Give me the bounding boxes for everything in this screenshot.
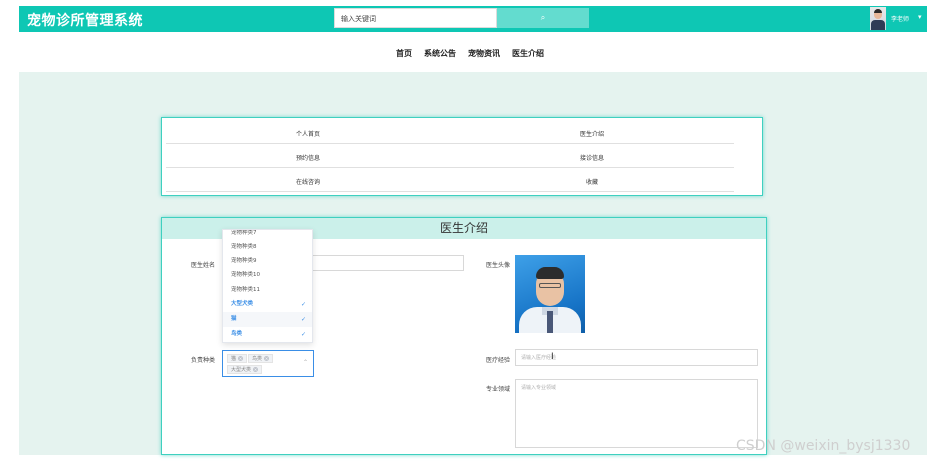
dropdown-option[interactable]: 宠物种类10 <box>223 268 312 283</box>
selected-tag: 鸟类 × <box>248 354 274 363</box>
check-icon: ✓ <box>300 331 306 338</box>
specialty-field[interactable]: 请输入专业领域 <box>515 379 758 448</box>
chevron-up-icon[interactable]: ⌃ <box>303 359 308 366</box>
pet-types-label: 负责种类 <box>191 357 216 364</box>
menu-row: 个人首页 医生介绍 <box>166 120 734 144</box>
pet-types-dropdown: 宠物种类7 宠物种类8 宠物种类9 宠物种类10 宠物种类11 大型犬类 ✓ 猫 ✓… <box>222 229 313 343</box>
search-icon: ⌕ <box>540 13 546 22</box>
menu-item-online-chat[interactable]: 在线咨询 <box>166 177 450 186</box>
nav-item-pet-news[interactable]: 宠物资讯 <box>468 48 500 59</box>
dropdown-option[interactable]: 宠物种类9 <box>223 254 312 269</box>
search-button[interactable]: ⌕ <box>497 8 589 28</box>
pet-types-select[interactable]: 猫 × 鸟类 × 大型犬类 × <box>222 350 314 377</box>
user-menu-card: 个人首页 医生介绍 预约信息 接诊信息 在线咨询 收藏 <box>161 117 763 196</box>
dropdown-option[interactable]: 鸟类 ✓ <box>223 327 312 342</box>
dropdown-option[interactable]: 大型犬类 ✓ <box>223 297 312 312</box>
check-icon: ✓ <box>300 316 306 323</box>
menu-item-favorites[interactable]: 收藏 <box>450 177 734 186</box>
doctor-avatar-label: 医生头像 <box>486 262 511 269</box>
close-icon[interactable]: × <box>253 367 259 372</box>
nav-item-doctors[interactable]: 医生介绍 <box>512 48 544 59</box>
menu-item-appointments[interactable]: 预约信息 <box>166 153 450 162</box>
search-input[interactable]: 输入关键词 <box>334 8 497 28</box>
main-nav: 首页 系统公告 宠物资讯 医生介绍 <box>396 48 544 59</box>
nav-item-home[interactable]: 首页 <box>396 48 412 59</box>
doctor-name-label: 医生姓名 <box>191 262 216 269</box>
nav-item-announcements[interactable]: 系统公告 <box>424 48 456 59</box>
check-icon: ✓ <box>300 301 306 308</box>
username-label[interactable]: 李老师 <box>891 14 909 23</box>
specialty-label: 专业领域 <box>486 386 511 393</box>
menu-row: 预约信息 接诊信息 <box>166 144 734 168</box>
dropdown-option[interactable]: 宠物种类8 <box>223 240 312 255</box>
user-avatar[interactable] <box>870 7 886 30</box>
top-bar: 宠物诊所管理系统 输入关键词 ⌕ 李老师 ▾ <box>19 6 927 32</box>
page: 宠物诊所管理系统 输入关键词 ⌕ 李老师 ▾ 首页 系统公告 宠物资讯 医生介绍… <box>0 0 936 464</box>
menu-item-profile[interactable]: 个人首页 <box>166 129 450 138</box>
watermark: CSDN @weixin_bysj1330 <box>736 438 911 454</box>
app-title: 宠物诊所管理系统 <box>27 13 143 29</box>
dropdown-option[interactable]: 猫 ✓ <box>223 312 312 327</box>
dropdown-option[interactable]: 宠物种类11 <box>223 283 312 298</box>
close-icon[interactable]: × <box>264 356 270 361</box>
close-icon[interactable]: × <box>238 356 244 361</box>
menu-item-doctor-intro[interactable]: 医生介绍 <box>450 129 734 138</box>
menu-row: 在线咨询 收藏 <box>166 168 734 192</box>
selected-tag: 猫 × <box>227 354 248 363</box>
menu-item-consultations[interactable]: 接诊信息 <box>450 153 734 162</box>
chevron-down-icon[interactable]: ▾ <box>918 13 922 21</box>
text-cursor-icon: I <box>551 352 554 362</box>
experience-label: 医疗经验 <box>486 357 511 364</box>
selected-tag: 大型犬类 × <box>227 365 263 374</box>
doctor-photo[interactable] <box>515 255 585 333</box>
